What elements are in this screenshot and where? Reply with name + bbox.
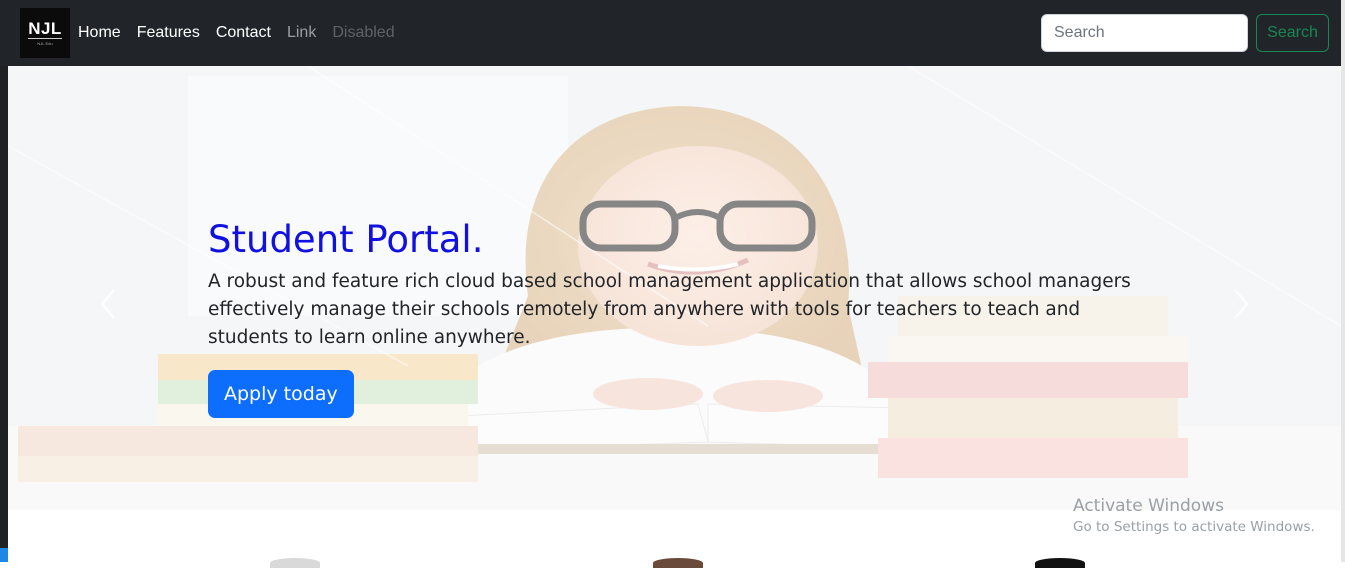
search-input[interactable] xyxy=(1041,14,1248,52)
carousel-next-button[interactable] xyxy=(1211,266,1271,342)
top-navbar: NJL NJL Edu Home Features Contact Link D… xyxy=(0,0,1341,66)
activate-windows-watermark: Activate Windows Go to Settings to activ… xyxy=(1073,495,1315,537)
nav-link-home[interactable]: Home xyxy=(78,24,121,42)
avatar xyxy=(653,558,703,568)
brand-logo[interactable]: NJL NJL Edu xyxy=(20,8,70,58)
watermark-title: Activate Windows xyxy=(1073,496,1224,516)
hero-description: A robust and feature rich cloud based sc… xyxy=(208,271,1131,348)
carousel-prev-button[interactable] xyxy=(78,266,138,342)
carousel-caption: Student Portal. A robust and feature ric… xyxy=(208,216,1168,418)
apply-today-button[interactable]: Apply today xyxy=(208,370,354,418)
search-button[interactable]: Search xyxy=(1256,14,1329,52)
taskbar-fragment xyxy=(0,548,8,562)
nav-link-contact[interactable]: Contact xyxy=(216,24,271,42)
chevron-left-icon xyxy=(100,289,115,319)
hero-carousel: Student Portal. A robust and feature ric… xyxy=(8,66,1341,510)
avatar xyxy=(270,558,320,568)
window-edge-left xyxy=(0,66,8,562)
chevron-right-icon xyxy=(1234,289,1249,319)
search-form: Search xyxy=(1041,14,1329,52)
nav-link-disabled: Disabled xyxy=(332,24,395,41)
brand-subtext: NJL Edu xyxy=(37,40,53,46)
scrollbar-track[interactable] xyxy=(1341,0,1345,562)
nav-link-link[interactable]: Link xyxy=(287,24,316,42)
nav-links: Home Features Contact Link Disabled xyxy=(78,0,411,66)
hero-title: Student Portal. xyxy=(208,218,484,261)
avatar xyxy=(1035,558,1085,568)
watermark-subtitle: Go to Settings to activate Windows. xyxy=(1073,519,1315,535)
brand-mark: NJL xyxy=(28,18,62,39)
nav-link-features[interactable]: Features xyxy=(137,24,200,42)
